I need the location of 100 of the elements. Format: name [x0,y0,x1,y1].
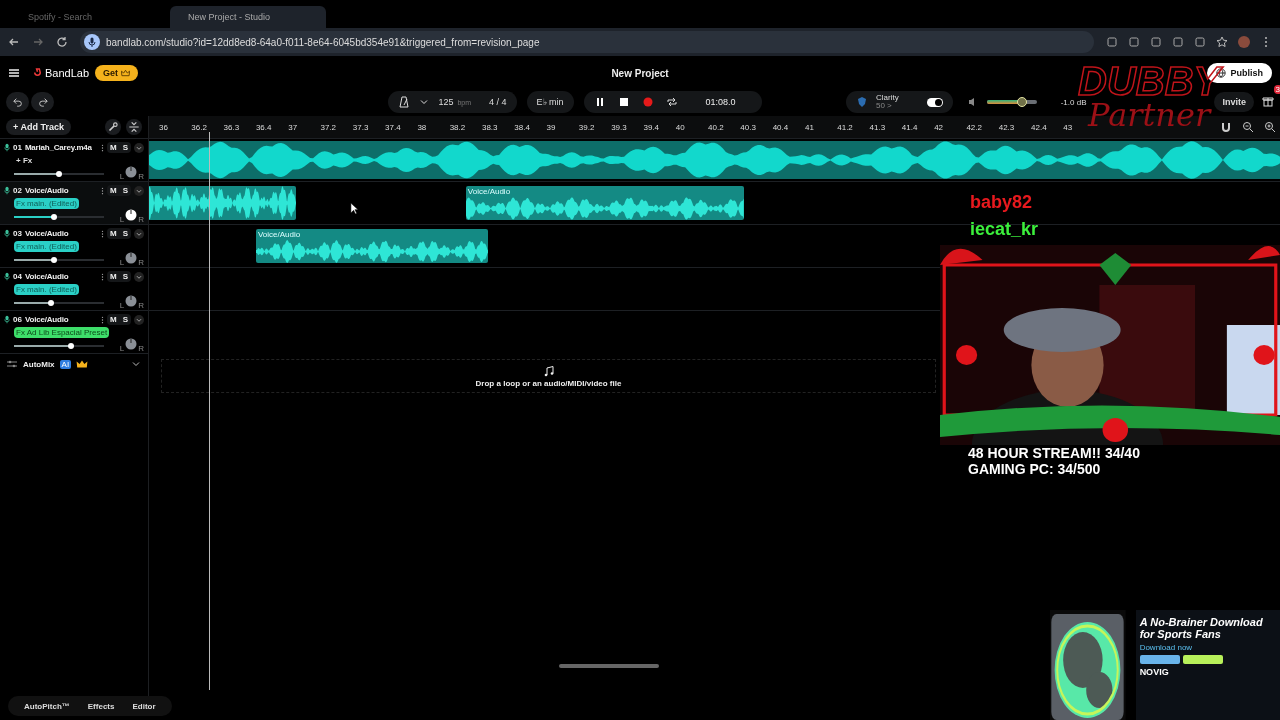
effects-chip[interactable]: + Fx [14,154,35,166]
track-header[interactable]: 06 Voice/Audio M S Fx Ad Lib Espacial Preset L R [0,310,148,353]
magnet-icon[interactable] [1220,121,1232,133]
volume-fader[interactable] [14,258,104,261]
track-name[interactable]: Voice/Audio [24,315,98,324]
more-icon[interactable] [101,272,104,281]
effects-chip[interactable]: Fx main. (Edited) [14,197,79,209]
pan-knob[interactable] [125,209,138,221]
chevron-down-icon[interactable] [134,271,144,282]
chevron-down-icon[interactable] [134,314,144,325]
zoom-in-icon[interactable] [1264,121,1276,133]
gift-icon[interactable] [1262,95,1274,107]
menu-icon[interactable] [8,67,20,79]
clarity-toggle[interactable] [926,97,943,107]
toolbar-icon[interactable] [1172,36,1184,48]
pan-knob[interactable] [125,295,138,307]
drop-zone[interactable]: Drop a loop or an audio/MIDI/video file [161,359,936,393]
chevron-down-icon[interactable] [134,185,144,196]
effects-chip[interactable]: Fx main. (Edited) [14,240,79,252]
reload-icon[interactable] [56,36,68,48]
toolbar-icon[interactable] [1150,36,1162,48]
more-icon[interactable] [101,229,104,238]
mute-button[interactable]: M [107,271,120,282]
wrench-icon[interactable] [105,119,121,135]
mute-button[interactable]: M [107,314,120,325]
metronome-icon[interactable] [398,96,411,108]
automix-label[interactable]: AutoMix [23,359,55,369]
get-button[interactable]: Get [95,65,139,81]
google-play-badge[interactable] [1182,655,1223,664]
tempo-value[interactable]: 125 [438,97,454,107]
audio-clip[interactable]: Voice/Audio [465,186,744,220]
clarity-value[interactable]: 50 > [876,102,899,110]
volume-fader[interactable] [14,215,104,218]
ruler-label: 37 [288,122,299,132]
pan-knob[interactable] [125,338,138,350]
track-name[interactable]: Mariah_Carey.m4a [24,143,98,152]
effects-button[interactable]: Effects [81,699,121,713]
ad-link[interactable]: Download now [1139,643,1276,652]
pan-knob[interactable] [125,166,138,178]
audio-clip[interactable]: Voice/Audio [255,229,489,263]
sliders-icon[interactable] [6,358,18,370]
ruler-label: 42.4 [1031,122,1048,132]
browser-tab[interactable]: Spotify - Search [10,6,166,28]
track-name[interactable]: Voice/Audio [24,186,98,195]
add-track-button[interactable]: + Add Track [6,119,71,135]
mute-button[interactable]: M [107,228,120,239]
app-store-badge[interactable] [1139,655,1180,664]
toolbar-icon[interactable] [1194,36,1206,48]
browser-tab[interactable]: New Project - Studio [170,6,326,28]
forward-icon[interactable] [32,36,44,48]
audio-clip[interactable] [149,141,1280,179]
invite-button[interactable]: Invite [1214,92,1254,112]
volume-reading: -1.0 dB [1060,97,1087,107]
mute-button[interactable]: M [107,185,120,196]
stop-icon[interactable] [617,96,630,108]
toolbar-icon[interactable] [1128,36,1140,48]
more-icon[interactable] [101,143,104,152]
zoom-out-icon[interactable] [1242,121,1254,133]
solo-button[interactable]: S [119,271,131,282]
effects-chip[interactable]: Fx main. (Edited) [14,283,79,295]
solo-button[interactable]: S [119,185,131,196]
microphone-icon [4,229,10,238]
volume-slider[interactable] [986,100,1037,104]
redo-button[interactable] [31,92,54,112]
track-header[interactable]: 01 Mariah_Carey.m4a M S + Fx L R [0,138,148,181]
pan-knob[interactable] [125,252,138,264]
track-name[interactable]: Voice/Audio [24,229,98,238]
star-icon[interactable] [1216,36,1228,48]
time-signature[interactable]: 4 / 4 [489,97,507,107]
loop-icon[interactable] [665,96,678,108]
effects-chip[interactable]: Fx Ad Lib Espacial Preset [14,326,110,338]
track-header[interactable]: 03 Voice/Audio M S Fx main. (Edited) L R [0,224,148,267]
chevron-down-icon[interactable] [134,228,144,239]
volume-fader[interactable] [14,344,104,347]
record-icon[interactable] [641,96,654,108]
track-header[interactable]: 02 Voice/Audio M S Fx main. (Edited) L R [0,181,148,224]
track-name[interactable]: Voice/Audio [24,272,98,281]
address-bar[interactable]: bandlab.com/studio?id=12dd8ed8-64a0-f011-8e64-6045bd354e91&triggered_from=revision_page [80,31,1094,53]
back-icon[interactable] [8,36,20,48]
editor-button[interactable]: Editor [126,699,162,713]
mute-button[interactable]: M [107,142,120,153]
horizontal-scrollbar[interactable] [559,664,659,668]
autopitch-button[interactable]: AutoPitch™ [18,699,76,713]
solo-button[interactable]: S [119,228,131,239]
undo-button[interactable] [6,92,29,112]
toolbar-icon[interactable] [1106,36,1118,48]
drop-hint: Drop a loop or an audio/MIDI/video file [475,378,622,388]
volume-fader[interactable] [14,172,104,175]
more-icon[interactable] [101,186,104,195]
audio-clip[interactable] [149,186,297,220]
solo-button[interactable]: S [119,142,131,153]
more-icon[interactable] [101,315,104,324]
key-button[interactable]: E♭ min [526,91,574,113]
chevron-down-icon[interactable] [134,142,144,153]
microphone-icon[interactable] [84,34,100,50]
track-header[interactable]: 04 Voice/Audio M S Fx main. (Edited) L R [0,267,148,310]
avatar[interactable] [1238,36,1250,48]
volume-fader[interactable] [14,301,104,304]
collapse-icon[interactable] [126,119,142,135]
solo-button[interactable]: S [119,314,131,325]
